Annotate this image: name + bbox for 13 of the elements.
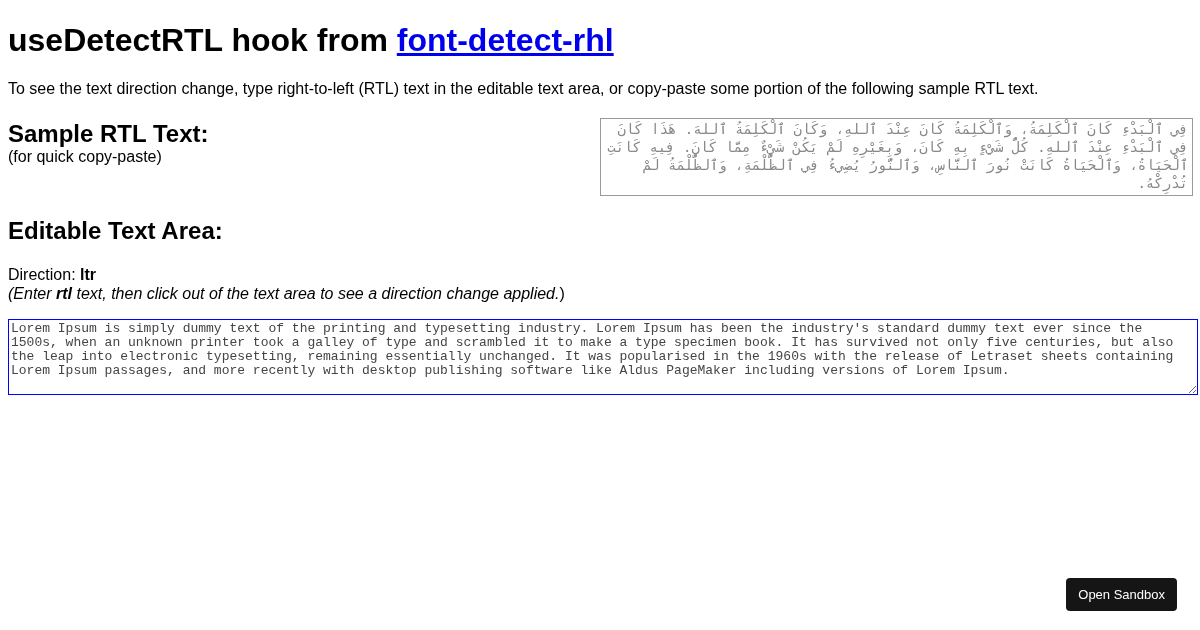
package-link[interactable]: font-detect-rhl	[396, 22, 614, 58]
editable-text-area[interactable]: Lorem Ipsum is simply dummy text of the printing and typesetting industry. Lorem Ipsum has been the industry's standard dummy text ever since the 1500s, when an unknown printer took a galley of type and scrambled it to make a type specimen book. It has survived not only five centuries, but also the leap into electronic typesetting, remaining essentially unchanged. It was popularised in the 1960s with the release of Letraset sheets containing Lorem Ipsum passages, and more recently with desktop publishing software like Aldus PageMaker including versions of Lorem Ipsum.	[8, 319, 1198, 395]
closing-paren: )	[559, 285, 565, 302]
copy-note: (for quick copy-paste)	[8, 148, 163, 166]
direction-label: Direction:	[8, 266, 77, 283]
intro-text: To see the text direction change, type right-to-left (RTL) text in the editable text area, or copy-paste some portion of the following sample RTL text.	[8, 80, 1040, 98]
hint-text: (Enter rtl text, then click out of the text area to see a direction change applied.	[8, 285, 560, 302]
sample-text-area[interactable]: فِي ٱلْبَدْءِ كَانَ ٱلْكَلِمَةُ، وَٱلْكَلِمَةُ كَانَ عِنْدَ ٱللهِ، وَكَانَ ٱلْكَلِمَةُ ٱللهَ. هَذَا كَانَ فِي ٱلْبَدْءِ عِنْدَ ٱللهِ. كُلُّ شَيْءٍ بِهِ كَانَ، وَبِغَيْرِهِ لَمْ يَكُنْ شَيْءٌ مِمَّا كَانَ. فِيهِ كَانَتِ ٱلْحَيَاةُ، وَٱلْحَيَاةُ كَانَتْ نُورَ ٱلنَّاسِ، وَٱلنُّورُ يُضِيءُ فِي ٱلظُّلْمَةِ، وَٱلظُّلْمَةُ لَمْ تُدْرِكْهُ.	[600, 118, 1193, 196]
open-sandbox-button[interactable]: Open Sandbox	[1066, 578, 1177, 611]
page-title: useDetectRTL hook from	[8, 22, 389, 58]
section-heading: Editable Text Area:	[8, 217, 224, 245]
direction-value: ltr	[80, 266, 97, 283]
section-heading: Sample RTL Text:	[8, 120, 209, 148]
